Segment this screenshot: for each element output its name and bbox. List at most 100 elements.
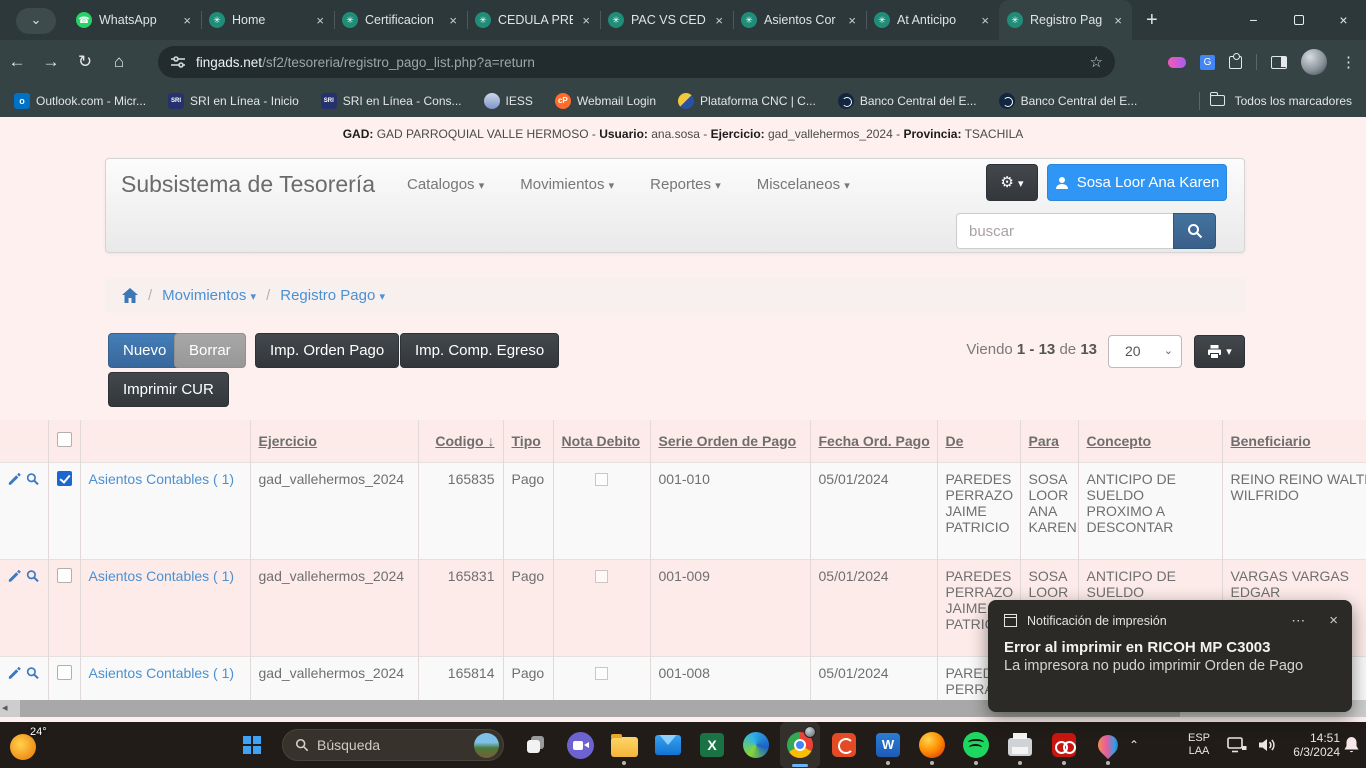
bookmark-item[interactable]: IESS bbox=[484, 93, 533, 109]
menu-item[interactable]: Catalogos ▾ bbox=[407, 176, 484, 193]
select-all-checkbox[interactable] bbox=[57, 432, 72, 447]
language-indicator[interactable]: ESPLAA bbox=[1182, 722, 1216, 768]
browser-tab[interactable]: ✳ Home × bbox=[201, 0, 334, 40]
maximize-button[interactable] bbox=[1276, 0, 1321, 40]
print-menu-button[interactable]: ▾ bbox=[1194, 335, 1245, 368]
search-button[interactable] bbox=[1173, 213, 1216, 249]
header-serie[interactable]: Serie Orden de Pago bbox=[650, 420, 810, 462]
profile-avatar[interactable] bbox=[1301, 49, 1327, 75]
translate-icon[interactable]: G bbox=[1200, 55, 1215, 70]
close-button[interactable]: × bbox=[1321, 0, 1366, 40]
asientos-contables-link[interactable]: Asientos Contables ( 1) bbox=[89, 665, 235, 681]
header-para[interactable]: Para bbox=[1020, 420, 1078, 462]
bookmark-item[interactable]: Banco Central del E... bbox=[999, 93, 1138, 109]
network-display-button[interactable] bbox=[1222, 722, 1252, 768]
tab-close-icon[interactable]: × bbox=[713, 13, 725, 28]
tab-search-icon[interactable]: ⌄ bbox=[16, 8, 56, 34]
red-app-button[interactable] bbox=[824, 722, 864, 768]
header-de[interactable]: De bbox=[937, 420, 1020, 462]
back-icon[interactable]: ← bbox=[0, 52, 34, 72]
clock-widget[interactable]: 14:516/3/2024 bbox=[1284, 722, 1340, 768]
header-ejercicio[interactable]: Ejercicio bbox=[250, 420, 418, 462]
bookmark-item[interactable]: SRI SRI en Línea - Cons... bbox=[321, 93, 462, 109]
settings-gear-button[interactable]: ⚙ ▾ bbox=[986, 164, 1038, 201]
row-checkbox[interactable] bbox=[57, 568, 72, 583]
header-codigo[interactable]: Codigo ↓ bbox=[418, 420, 503, 462]
tab-close-icon[interactable]: × bbox=[1112, 13, 1124, 28]
header-nota-debito[interactable]: Nota Debito bbox=[553, 420, 650, 462]
tab-close-icon[interactable]: × bbox=[580, 13, 592, 28]
file-explorer-button[interactable] bbox=[604, 722, 644, 768]
edit-pencil-icon[interactable] bbox=[8, 665, 21, 681]
tab-close-icon[interactable]: × bbox=[314, 13, 326, 28]
spotify-app-button[interactable] bbox=[956, 722, 996, 768]
extension-cloud-icon[interactable] bbox=[1168, 57, 1186, 68]
asientos-contables-link[interactable]: Asientos Contables ( 1) bbox=[89, 471, 235, 487]
print-notification-toast[interactable]: Notificación de impresión ⋯ × Error al i… bbox=[988, 600, 1352, 712]
tab-close-icon[interactable]: × bbox=[846, 13, 858, 28]
tab-close-icon[interactable]: × bbox=[181, 13, 193, 28]
minimize-button[interactable]: − bbox=[1231, 0, 1276, 40]
asientos-contables-link[interactable]: Asientos Contables ( 1) bbox=[89, 568, 235, 584]
address-bar[interactable]: fingads.net/sf2/tesoreria/registro_pago_… bbox=[158, 46, 1115, 78]
view-magnifier-icon[interactable] bbox=[26, 665, 39, 681]
header-beneficiario[interactable]: Beneficiario bbox=[1222, 420, 1366, 462]
home-icon[interactable]: ⌂ bbox=[102, 52, 136, 72]
mail-app-button[interactable] bbox=[648, 722, 688, 768]
browser-tab[interactable]: ✳ Asientos Cor × bbox=[733, 0, 866, 40]
browser-tab[interactable]: ✳ Registro Pag × bbox=[999, 0, 1132, 40]
edit-pencil-icon[interactable] bbox=[8, 471, 21, 487]
reload-icon[interactable]: ↻ bbox=[68, 52, 102, 72]
header-tipo[interactable]: Tipo bbox=[503, 420, 553, 462]
acrobat-app-button[interactable] bbox=[1044, 722, 1084, 768]
firefox-app-button[interactable] bbox=[912, 722, 952, 768]
browser-tab[interactable]: ☎ WhatsApp × bbox=[68, 0, 201, 40]
page-size-select[interactable]: 20⌄ bbox=[1108, 335, 1182, 368]
menu-item[interactable]: Reportes ▾ bbox=[650, 176, 721, 193]
excel-app-button[interactable]: X bbox=[692, 722, 732, 768]
view-magnifier-icon[interactable] bbox=[26, 568, 39, 584]
scroll-left-icon[interactable]: ◂ bbox=[2, 701, 8, 716]
tab-close-icon[interactable]: × bbox=[447, 13, 459, 28]
browser-tab[interactable]: ✳ Certificacion × bbox=[334, 0, 467, 40]
side-panel-icon[interactable] bbox=[1271, 56, 1287, 69]
browser-tab[interactable]: ✳ CEDULA PRE × bbox=[467, 0, 600, 40]
breadcrumb-link[interactable]: Movimientos ▾ bbox=[162, 287, 256, 304]
home-icon[interactable] bbox=[122, 288, 138, 303]
header-concepto[interactable]: Concepto bbox=[1078, 420, 1222, 462]
task-view-button[interactable] bbox=[516, 722, 556, 768]
notification-center-button[interactable] bbox=[1338, 722, 1364, 768]
bookmark-item[interactable]: o Outlook.com - Micr... bbox=[14, 93, 146, 109]
bookmark-item[interactable]: SRI SRI en Línea - Inicio bbox=[168, 93, 299, 109]
tab-close-icon[interactable]: × bbox=[979, 13, 991, 28]
menu-item[interactable]: Miscelaneos ▾ bbox=[757, 176, 850, 193]
header-fecha[interactable]: Fecha Ord. Pago bbox=[810, 420, 937, 462]
user-account-button[interactable]: Sosa Loor Ana Karen bbox=[1047, 164, 1227, 201]
bookmark-item[interactable]: Plataforma CNC | C... bbox=[678, 93, 816, 109]
row-checkbox[interactable] bbox=[57, 471, 72, 486]
notification-more-icon[interactable]: ⋯ bbox=[1291, 612, 1305, 629]
breadcrumb-link[interactable]: Registro Pago ▾ bbox=[280, 287, 385, 304]
bookmark-item[interactable]: Banco Central del E... bbox=[838, 93, 977, 109]
all-bookmarks-label[interactable]: Todos los marcadores bbox=[1235, 94, 1352, 108]
bookmark-star-icon[interactable]: ☆ bbox=[1090, 53, 1103, 71]
tray-overflow-button[interactable]: ⌃ bbox=[1122, 722, 1146, 768]
menu-item[interactable]: Movimientos ▾ bbox=[520, 176, 614, 193]
search-highlight-image[interactable] bbox=[474, 733, 499, 758]
search-input[interactable] bbox=[956, 213, 1173, 249]
nota-debito-checkbox[interactable] bbox=[595, 570, 608, 583]
printer-queue-button[interactable] bbox=[1000, 722, 1040, 768]
word-app-button[interactable]: W bbox=[868, 722, 908, 768]
edit-pencil-icon[interactable] bbox=[8, 568, 21, 584]
start-button[interactable] bbox=[236, 722, 268, 768]
edge-app-button[interactable] bbox=[736, 722, 776, 768]
bookmark-item[interactable]: cP Webmail Login bbox=[555, 93, 656, 109]
forward-icon[interactable]: → bbox=[34, 52, 68, 72]
teams-app-button[interactable] bbox=[560, 722, 600, 768]
browser-tab[interactable]: ✳ At Anticipo × bbox=[866, 0, 999, 40]
weather-widget[interactable]: 24° bbox=[4, 722, 58, 768]
chrome-app-button[interactable] bbox=[780, 722, 820, 768]
site-settings-icon[interactable] bbox=[170, 54, 186, 70]
taskbar-search[interactable]: Búsqueda bbox=[282, 722, 504, 768]
browser-menu-icon[interactable]: ⋮ bbox=[1341, 53, 1356, 71]
